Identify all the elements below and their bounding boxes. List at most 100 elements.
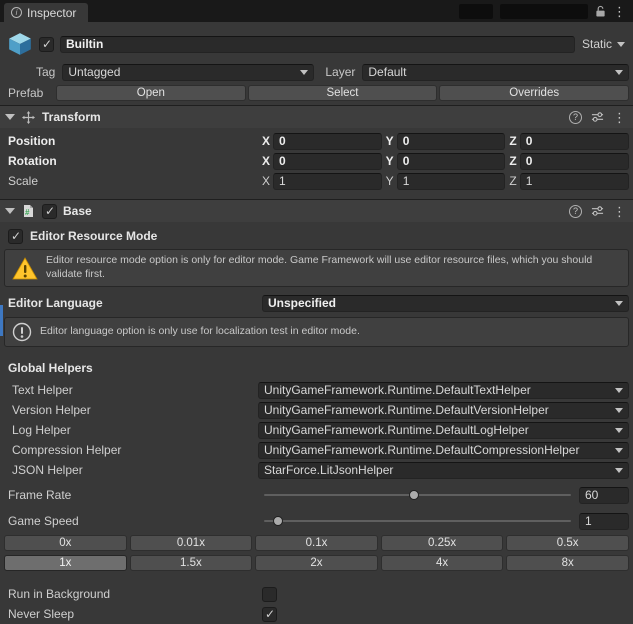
tabbar-right-controls: ⋮ bbox=[459, 0, 633, 22]
slider-handle[interactable] bbox=[409, 490, 420, 500]
rotation-x-field[interactable]: 0 bbox=[273, 152, 382, 170]
help-icon[interactable]: ? bbox=[569, 204, 582, 218]
foldout-arrow-icon[interactable] bbox=[5, 114, 15, 120]
run-in-background-label: Run in Background bbox=[8, 587, 111, 601]
game-speed-field[interactable]: 1 bbox=[579, 512, 629, 530]
run-in-background-row: Run in Background bbox=[0, 584, 633, 604]
axis-label-y[interactable]: Y bbox=[386, 174, 394, 188]
speed-button-0-01x[interactable]: 0.01x bbox=[129, 535, 253, 551]
tab-label: Inspector bbox=[27, 5, 77, 20]
speed-button-8x[interactable]: 8x bbox=[506, 555, 629, 571]
axis-label-x[interactable]: X bbox=[262, 134, 270, 148]
editor-resource-mode-checkbox[interactable] bbox=[8, 228, 23, 244]
helper-rows: Text Helper UnityGameFramework.Runtime.D… bbox=[0, 380, 633, 480]
warning-text: Editor resource mode option is only for … bbox=[46, 254, 593, 280]
axis-label-z[interactable]: Z bbox=[509, 134, 516, 148]
scale-y-field[interactable]: 1 bbox=[396, 172, 506, 190]
help-icon[interactable]: ? bbox=[569, 110, 582, 124]
base-script-icon: # bbox=[21, 204, 36, 219]
run-in-background-checkbox[interactable] bbox=[262, 586, 277, 602]
text-helper-dropdown[interactable]: UnityGameFramework.Runtime.DefaultTextHe… bbox=[258, 381, 629, 399]
text-helper-row: Text Helper UnityGameFramework.Runtime.D… bbox=[0, 380, 633, 400]
scale-label: Scale bbox=[8, 174, 39, 188]
speed-buttons-row-1: 0x 0.01x 0.1x 0.25x 0.5x bbox=[0, 535, 633, 551]
rotation-y-field[interactable]: 0 bbox=[396, 152, 506, 170]
speed-button-0-25x[interactable]: 0.25x bbox=[380, 535, 504, 551]
global-helpers-label: Global Helpers bbox=[8, 361, 93, 375]
docked-strip bbox=[459, 3, 493, 19]
warning-helpbox: Editor resource mode option is only for … bbox=[4, 249, 629, 287]
rotation-z-field[interactable]: 0 bbox=[519, 152, 630, 170]
editor-resource-mode-label: Editor Resource Mode bbox=[30, 229, 158, 243]
log-helper-dropdown[interactable]: UnityGameFramework.Runtime.DefaultLogHel… bbox=[258, 421, 629, 439]
prefab-select-button[interactable]: Select bbox=[247, 84, 438, 101]
static-dropdown[interactable]: Static bbox=[581, 37, 626, 51]
global-helpers-section: Global Helpers bbox=[0, 360, 633, 376]
name-field[interactable]: Builtin bbox=[60, 35, 575, 53]
kebab-menu-icon[interactable]: ⋮ bbox=[613, 111, 626, 124]
version-helper-row: Version Helper UnityGameFramework.Runtim… bbox=[0, 400, 633, 420]
component-enabled-checkbox[interactable] bbox=[42, 203, 57, 219]
slider-handle[interactable] bbox=[273, 516, 284, 526]
never-sleep-checkbox[interactable] bbox=[262, 606, 277, 622]
frame-rate-slider[interactable] bbox=[264, 487, 571, 503]
axis-label-z[interactable]: Z bbox=[509, 154, 516, 168]
frame-rate-field[interactable]: 60 bbox=[579, 486, 629, 504]
axis-label-y[interactable]: Y bbox=[386, 154, 394, 168]
speed-button-1x[interactable]: 1x bbox=[4, 555, 127, 571]
speed-button-0x[interactable]: 0x bbox=[4, 535, 127, 551]
scale-x-field[interactable]: 1 bbox=[273, 172, 382, 190]
speed-button-2x[interactable]: 2x bbox=[255, 555, 378, 571]
chevron-down-icon bbox=[615, 447, 623, 453]
position-x-field[interactable]: 0 bbox=[273, 132, 382, 150]
tag-layer-row: Tag Untagged Layer Default bbox=[0, 62, 633, 82]
frame-rate-label: Frame Rate bbox=[8, 488, 72, 502]
version-helper-label: Version Helper bbox=[12, 403, 91, 417]
speed-button-0-1x[interactable]: 0.1x bbox=[255, 535, 378, 551]
position-z-field[interactable]: 0 bbox=[519, 132, 630, 150]
prefab-overrides-button[interactable]: Overrides bbox=[439, 84, 630, 101]
compression-helper-row: Compression Helper UnityGameFramework.Ru… bbox=[0, 440, 633, 460]
editor-language-dropdown[interactable]: Unspecified bbox=[262, 294, 629, 312]
version-helper-dropdown[interactable]: UnityGameFramework.Runtime.DefaultVersio… bbox=[258, 401, 629, 419]
kebab-menu-icon[interactable]: ⋮ bbox=[613, 5, 626, 18]
axis-label-y[interactable]: Y bbox=[386, 134, 394, 148]
info-circle-icon bbox=[12, 322, 32, 342]
editor-language-label: Editor Language bbox=[8, 296, 103, 310]
foldout-arrow-icon[interactable] bbox=[5, 208, 15, 214]
log-helper-label: Log Helper bbox=[12, 423, 71, 437]
editor-language-row: Editor Language Unspecified bbox=[0, 293, 633, 313]
axis-label-z[interactable]: Z bbox=[509, 174, 516, 188]
docked-strip bbox=[500, 3, 588, 19]
speed-button-0-5x[interactable]: 0.5x bbox=[506, 535, 629, 551]
svg-text:#: # bbox=[25, 208, 30, 217]
layer-dropdown[interactable]: Default bbox=[362, 63, 629, 81]
chevron-down-icon bbox=[615, 69, 623, 75]
transform-component-header[interactable]: Transform ? ⋮ bbox=[0, 105, 633, 128]
prefab-open-button[interactable]: Open bbox=[56, 84, 246, 101]
kebab-menu-icon[interactable]: ⋮ bbox=[613, 205, 626, 218]
scale-z-field[interactable]: 1 bbox=[519, 172, 630, 190]
gameobject-cube-icon[interactable] bbox=[7, 31, 33, 57]
axis-label-x[interactable]: X bbox=[262, 154, 270, 168]
never-sleep-label: Never Sleep bbox=[8, 607, 75, 621]
tag-dropdown[interactable]: Untagged bbox=[62, 63, 315, 81]
layer-label: Layer bbox=[325, 65, 356, 79]
frame-rate-row: Frame Rate 60 bbox=[0, 485, 633, 505]
presets-icon[interactable] bbox=[591, 111, 604, 123]
speed-button-4x[interactable]: 4x bbox=[380, 555, 504, 571]
base-component-header[interactable]: # Base ? ⋮ bbox=[0, 199, 633, 222]
position-y-field[interactable]: 0 bbox=[396, 132, 506, 150]
lock-icon[interactable] bbox=[595, 5, 606, 18]
active-checkbox[interactable] bbox=[39, 36, 54, 52]
speed-button-1-5x[interactable]: 1.5x bbox=[129, 555, 253, 571]
json-helper-dropdown[interactable]: StarForce.LitJsonHelper bbox=[258, 461, 629, 479]
game-speed-slider[interactable] bbox=[264, 513, 571, 529]
gameobject-header: Builtin Static bbox=[0, 22, 633, 62]
tab-inspector[interactable]: i Inspector bbox=[4, 3, 89, 22]
presets-icon[interactable] bbox=[591, 205, 604, 217]
axis-label-x[interactable]: X bbox=[262, 174, 270, 188]
chevron-down-icon bbox=[300, 69, 309, 75]
compression-helper-dropdown[interactable]: UnityGameFramework.Runtime.DefaultCompre… bbox=[258, 441, 629, 459]
chevron-down-icon bbox=[615, 387, 623, 393]
